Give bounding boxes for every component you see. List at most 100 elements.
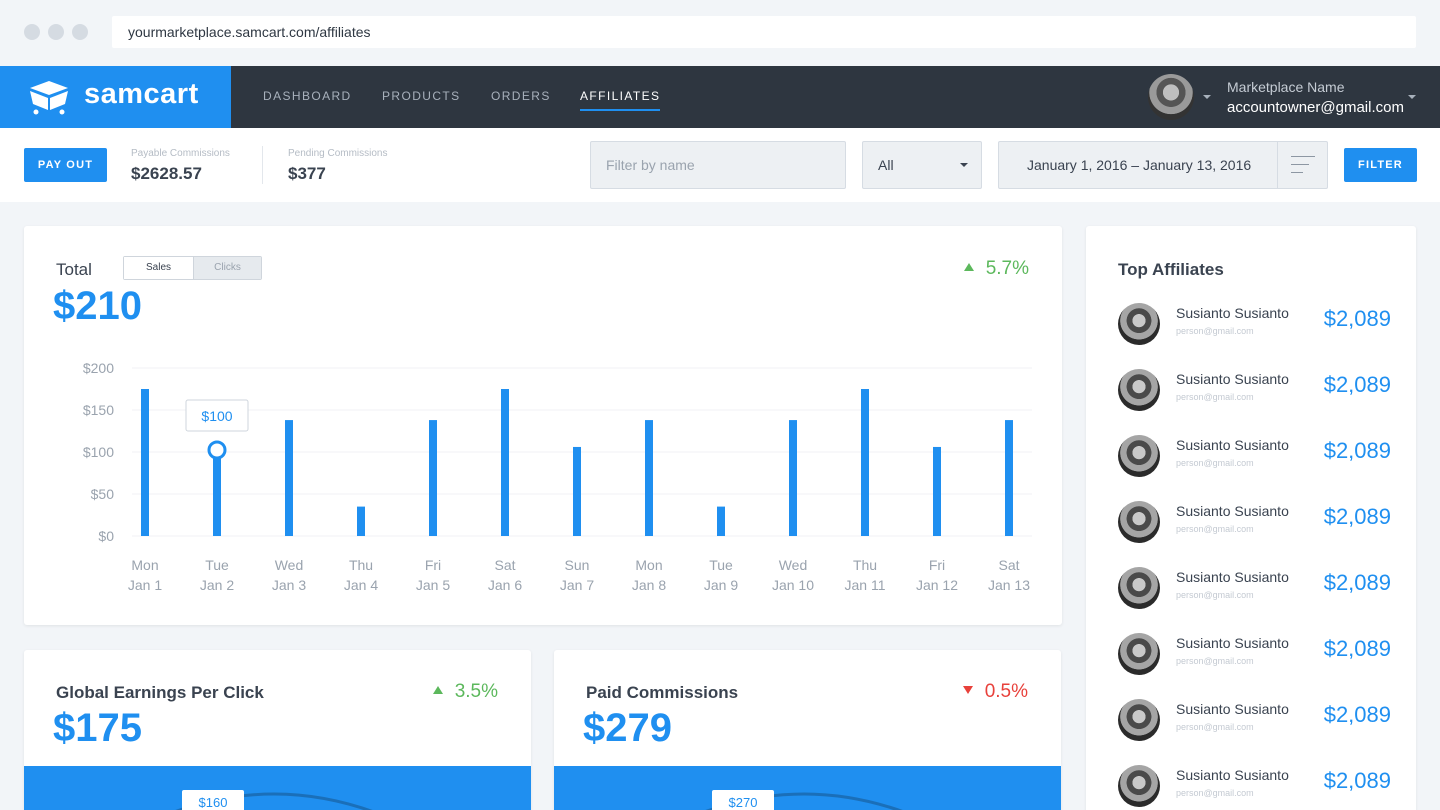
affiliate-row[interactable]: Susianto Susianto person@gmail.com $2,089 bbox=[1118, 369, 1398, 413]
account-chevron-down-icon[interactable] bbox=[1408, 95, 1416, 99]
affiliate-email: person@gmail.com bbox=[1176, 788, 1254, 798]
address-bar[interactable]: yourmarketplace.samcart.com/affiliates bbox=[112, 16, 1416, 48]
affiliate-avatar bbox=[1118, 435, 1160, 477]
epc-sparkline-area: $160 bbox=[24, 766, 531, 810]
affiliate-email: person@gmail.com bbox=[1176, 392, 1254, 402]
select-chevron-down-icon bbox=[960, 163, 968, 167]
affiliate-name: Susianto Susianto bbox=[1176, 569, 1289, 585]
affiliate-amount: $2,089 bbox=[1323, 306, 1391, 331]
affiliate-avatar bbox=[1118, 567, 1160, 609]
window-maximize-dot[interactable] bbox=[72, 24, 88, 40]
bar bbox=[645, 420, 653, 536]
bar bbox=[573, 446, 581, 536]
x-tick-day-label: Sat bbox=[494, 557, 515, 573]
nav-affiliates[interactable]: AFFILIATES bbox=[580, 89, 661, 111]
highlight-point-marker bbox=[207, 440, 227, 460]
affiliate-name: Susianto Susianto bbox=[1176, 701, 1289, 717]
bar bbox=[1005, 420, 1013, 536]
y-tick-label: $150 bbox=[83, 402, 114, 418]
paid-trend-line bbox=[705, 792, 903, 810]
affiliate-row[interactable]: Susianto Susianto person@gmail.com $2,089 bbox=[1118, 765, 1398, 809]
paid-tooltip: $270 bbox=[712, 790, 774, 810]
window-close-dot[interactable] bbox=[24, 24, 40, 40]
date-menu-icon[interactable] bbox=[1277, 142, 1327, 188]
marketplace-name: Marketplace Name bbox=[1227, 79, 1345, 95]
trend-up-icon bbox=[432, 686, 443, 694]
pay-out-button[interactable]: PAY OUT bbox=[24, 148, 107, 182]
nav-dashboard[interactable]: DASHBOARD bbox=[263, 89, 352, 103]
paid-sparkline-area: $270 bbox=[554, 766, 1061, 810]
bar bbox=[285, 420, 293, 536]
affiliate-name: Susianto Susianto bbox=[1176, 503, 1289, 519]
affiliate-row[interactable]: Susianto Susianto person@gmail.com $2,089 bbox=[1118, 567, 1398, 611]
x-tick-day-label: Thu bbox=[349, 557, 373, 573]
top-nav: samcart DASHBOARD PRODUCTS ORDERS AFFILI… bbox=[0, 66, 1440, 128]
nav-products[interactable]: PRODUCTS bbox=[382, 89, 461, 103]
filter-button[interactable]: FILTER bbox=[1344, 148, 1417, 182]
x-tick-date-label: Jan 13 bbox=[988, 577, 1030, 593]
status-select[interactable]: All bbox=[862, 141, 982, 189]
window-minimize-dot[interactable] bbox=[48, 24, 64, 40]
affiliate-amount: $2,089 bbox=[1323, 636, 1391, 661]
affiliate-amount: $2,089 bbox=[1323, 372, 1391, 397]
account-email: accountowner@gmail.com bbox=[1227, 99, 1404, 116]
epc-delta-value: 3.5% bbox=[454, 681, 498, 702]
bar bbox=[357, 506, 365, 536]
affiliate-amount: $2,089 bbox=[1323, 438, 1391, 463]
top-affiliates-title: Top Affiliates bbox=[1118, 260, 1224, 279]
x-tick-date-label: Jan 5 bbox=[416, 577, 450, 593]
y-tick-label: $50 bbox=[91, 486, 115, 502]
affiliate-amount: $2,089 bbox=[1323, 702, 1391, 727]
filter-name-input[interactable]: Filter by name bbox=[590, 141, 846, 189]
affiliate-name: Susianto Susianto bbox=[1176, 371, 1289, 387]
epc-value: $175 bbox=[53, 706, 142, 750]
paid-title: Paid Commissions bbox=[586, 683, 739, 702]
paid-delta-value: 0.5% bbox=[984, 681, 1028, 702]
affiliate-email: person@gmail.com bbox=[1176, 590, 1254, 600]
epc-title: Global Earnings Per Click bbox=[56, 683, 264, 702]
affiliate-email: person@gmail.com bbox=[1176, 722, 1254, 732]
affiliate-row[interactable]: Susianto Susianto person@gmail.com $2,089 bbox=[1118, 699, 1398, 743]
top-affiliates-card: Top Affiliates Susianto Susianto person@g… bbox=[1086, 226, 1416, 810]
browser-chrome: yourmarketplace.samcart.com/affiliates bbox=[0, 0, 1440, 66]
brand-name: samcart bbox=[84, 78, 199, 110]
x-tick-date-label: Jan 8 bbox=[632, 577, 666, 593]
paid-delta: 0.5% bbox=[962, 681, 1028, 703]
x-tick-date-label: Jan 10 bbox=[772, 577, 814, 593]
affiliate-row[interactable]: Susianto Susianto person@gmail.com $2,089 bbox=[1118, 501, 1398, 545]
paid-value: $279 bbox=[583, 706, 672, 750]
y-tick-label: $0 bbox=[98, 528, 114, 544]
affiliate-avatar bbox=[1118, 501, 1160, 543]
total-card: Total Sales Clicks $210 5.7% $0 $50 $100 $1… bbox=[24, 226, 1062, 625]
affiliate-row[interactable]: Susianto Susianto person@gmail.com $2,089 bbox=[1118, 633, 1398, 677]
affiliate-amount: $2,089 bbox=[1323, 504, 1391, 529]
avatar-chevron-down-icon[interactable] bbox=[1203, 95, 1211, 99]
affiliate-row[interactable]: Susianto Susianto person@gmail.com $2,089 bbox=[1118, 435, 1398, 479]
y-tick-label: $100 bbox=[83, 444, 114, 460]
samcart-logo[interactable]: samcart bbox=[0, 66, 231, 128]
affiliate-name: Susianto Susianto bbox=[1176, 437, 1289, 453]
affiliate-row[interactable]: Susianto Susianto person@gmail.com $2,089 bbox=[1118, 303, 1398, 347]
stat-divider bbox=[262, 146, 263, 184]
x-tick-date-label: Jan 11 bbox=[845, 577, 886, 593]
user-avatar[interactable] bbox=[1148, 74, 1194, 120]
x-tick-date-label: Jan 7 bbox=[560, 577, 594, 593]
x-tick-date-label: Jan 12 bbox=[916, 577, 958, 593]
x-tick-day-label: Fri bbox=[929, 557, 945, 573]
bar bbox=[429, 420, 437, 536]
bar bbox=[789, 420, 797, 536]
pending-commissions-value: $377 bbox=[288, 164, 326, 183]
x-tick-day-label: Sun bbox=[565, 557, 590, 573]
affiliate-email: person@gmail.com bbox=[1176, 656, 1254, 666]
tooltip-value: $100 bbox=[201, 408, 232, 424]
x-tick-date-label: Jan 9 bbox=[704, 577, 738, 593]
x-tick-date-label: Jan 6 bbox=[488, 577, 522, 593]
epc-tooltip: $160 bbox=[182, 790, 244, 810]
cart-logo-icon bbox=[30, 81, 68, 115]
x-tick-day-label: Fri bbox=[425, 557, 441, 573]
epc-delta: 3.5% bbox=[432, 681, 498, 703]
x-tick-day-label: Tue bbox=[205, 557, 229, 573]
nav-orders[interactable]: ORDERS bbox=[491, 89, 551, 103]
date-range-picker[interactable]: January 1, 2016 – January 13, 2016 bbox=[998, 141, 1328, 189]
payable-commissions-value: $2628.57 bbox=[131, 164, 202, 183]
